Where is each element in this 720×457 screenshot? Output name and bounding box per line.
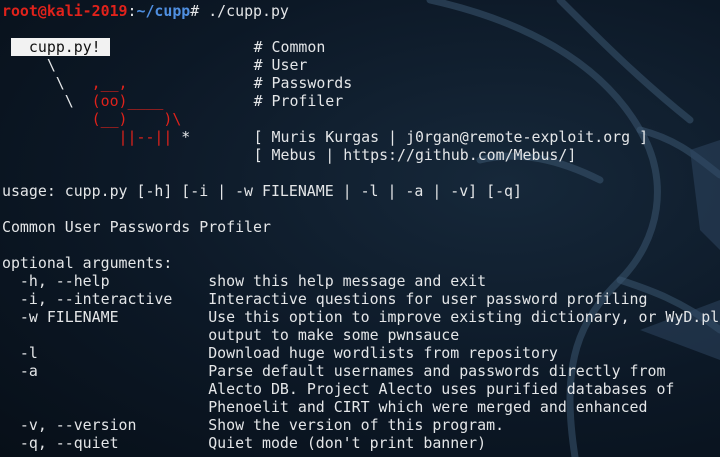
option-row: Phenoelit and CIRT which were merged and… [2,398,647,416]
option-flag [2,326,208,344]
option-desc: Show the version of this program. [208,416,505,434]
option-flag: -w FILENAME [2,308,209,326]
prompt-command: ./cupp.py [199,2,289,20]
prompt-path: ~/cupp [136,2,191,20]
prompt-line: root@kali-2019:~/cupp# ./cupp.py [2,2,289,20]
optional-arguments-header: optional arguments: [2,254,173,272]
banner-art-line4: \ (oo)____ [2,92,164,110]
banner-art-cow-horns: ,__, [91,74,128,92]
option-flag: -h, --help [2,272,209,290]
option-flag: -q, --quiet [2,434,209,452]
banner-art-cow-body: (__) )\ [91,110,182,128]
banner-box: cupp.py! [11,38,110,56]
option-desc: Phenoelit and CIRT which were merged and… [208,398,648,416]
banner-box-text: cupp.py! [11,38,110,56]
terminal-window[interactable]: root@kali-2019:~/cupp# ./cupp.py cupp.py… [0,0,720,457]
option-row: -q, --quiet Quiet mode (don't print bann… [2,434,486,452]
option-flag [2,398,208,416]
banner-line-common: # Common [146,38,326,56]
option-row: -a Parse default usernames and passwords… [2,362,666,380]
option-desc: Use this option to improve existing dict… [208,308,720,326]
banner-art-pad [2,110,92,128]
option-row: Alecto DB. Project Alecto uses purified … [2,380,674,398]
option-desc: Quiet mode (don't print banner) [208,434,487,452]
option-flag: -i, --interactive [2,290,209,308]
prompt-symbol: # [190,2,200,20]
option-row: -w FILENAME Use this option to improve e… [2,308,719,326]
banner-art-backslash: \ [2,74,92,92]
option-row: -l Download huge wordlists from reposito… [2,344,558,362]
option-flag [2,380,208,398]
banner-art-line5: (__) )\ [2,110,182,128]
option-row: -h, --help show this help message and ex… [2,272,486,290]
option-flag: -l [2,344,209,362]
option-row: output to make some pwnsauce [2,326,459,344]
banner-line-passwords: # Passwords [146,74,353,92]
usage-line: usage: cupp.py [-h] [-i | -w FILENAME | … [2,182,522,200]
option-desc: Interactive questions for user password … [208,290,648,308]
prompt-user-host: root@kali-2019 [2,2,128,20]
option-desc: output to make some pwnsauce [208,326,460,344]
option-flag: -a [2,362,209,380]
description-line: Common User Passwords Profiler [2,218,271,236]
banner-art-line2: \ [2,56,56,74]
option-row: -i, --interactive Interactive questions … [2,290,648,308]
option-flag: -v, --version [2,416,209,434]
banner-line-mebus: [ Mebus | https://github.com/Mebus/] [146,146,577,164]
option-desc: Parse default usernames and passwords di… [208,362,666,380]
banner-art-pad2 [2,128,119,146]
banner-art-backslash2: \ [2,92,92,110]
banner-art-line3: \ ,__, [2,74,128,92]
option-desc: show this help message and exit [208,272,487,290]
option-desc: Alecto DB. Project Alecto uses purified … [208,380,675,398]
banner-line-author: [ Muris Kurgas | j0rgan@remote-exploit.o… [146,128,649,146]
banner-line-user: # User [146,56,308,74]
banner-line-profiler: # Profiler [146,92,344,110]
option-desc: Download huge wordlists from repository [208,344,558,362]
option-row: -v, --version Show the version of this p… [2,416,504,434]
